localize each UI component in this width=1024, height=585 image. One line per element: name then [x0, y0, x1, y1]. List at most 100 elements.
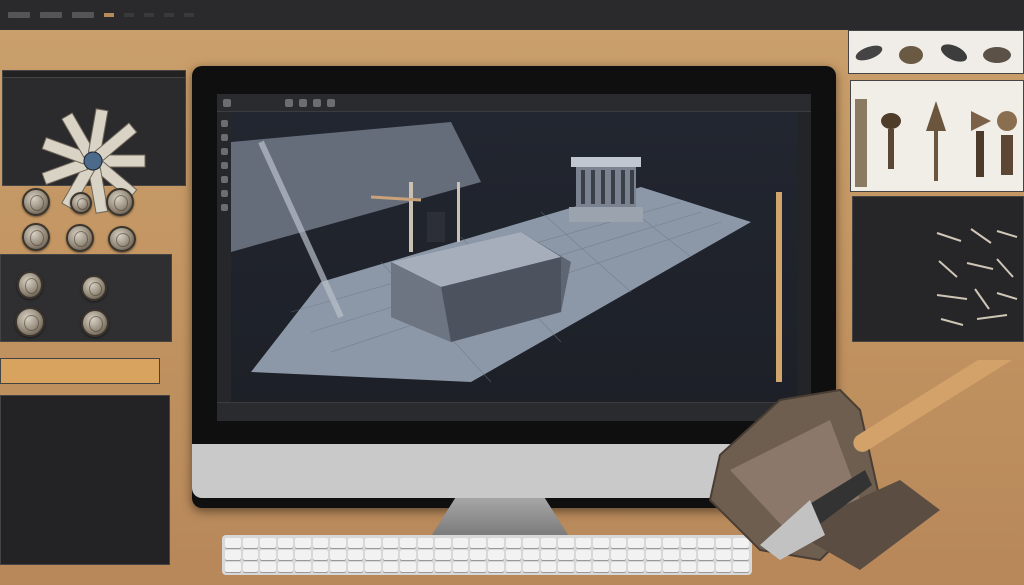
- keyboard-key: [400, 550, 416, 560]
- app-logo-icon: [223, 98, 231, 107]
- top-tab[interactable]: [184, 13, 194, 17]
- coin-icon[interactable]: [15, 307, 45, 337]
- keyboard-key: [575, 562, 592, 572]
- keyboard-key: [680, 538, 697, 548]
- keyboard-key: [593, 538, 609, 548]
- keyboard-key: [523, 562, 539, 572]
- brush-icon[interactable]: [220, 176, 228, 183]
- artifact-thumbnail[interactable]: [851, 81, 1024, 193]
- coin-icon[interactable]: [81, 275, 107, 301]
- artifact-thumbnail[interactable]: [849, 31, 1024, 75]
- keyboard-key: [663, 562, 679, 572]
- scale-icon[interactable]: [220, 162, 228, 169]
- toolbar-button[interactable]: [8, 12, 30, 18]
- keyboard-key: [628, 550, 644, 560]
- snap-icon[interactable]: [327, 98, 335, 107]
- list-item[interactable]: [1, 412, 169, 414]
- top-tab[interactable]: [104, 13, 114, 17]
- keyboard-key: [435, 538, 451, 548]
- keyboard-key: [680, 550, 697, 560]
- coin-icon[interactable]: [81, 309, 109, 337]
- keyboard-key: [347, 562, 364, 572]
- keyboard-key: [628, 562, 644, 572]
- keyboard-key: [470, 562, 486, 572]
- keyboard-key: [382, 550, 399, 560]
- keyboard-key: [663, 550, 679, 560]
- keyboard-key: [400, 538, 416, 548]
- keyboard-key: [488, 550, 504, 560]
- top-tab[interactable]: [144, 13, 154, 17]
- keyboard-key: [312, 538, 329, 548]
- coin-icon[interactable]: [17, 271, 43, 299]
- keyboard-key: [277, 562, 294, 572]
- keyboard-key: [505, 562, 522, 572]
- keyboard-key: [365, 562, 381, 572]
- keyboard-key: [452, 550, 469, 560]
- toolbar-button[interactable]: [40, 12, 62, 18]
- keyboard-key: [452, 562, 469, 572]
- top-toolbar: [0, 0, 1024, 30]
- keyboard-key: [347, 550, 364, 560]
- keyboard-key: [610, 550, 627, 560]
- keyboard-key: [260, 550, 276, 560]
- keyboard-key: [295, 562, 311, 572]
- keyboard-key: [558, 550, 574, 560]
- timeline-bar[interactable]: [0, 358, 160, 384]
- scale-icon[interactable]: [313, 98, 321, 107]
- keyboard-key: [452, 538, 469, 548]
- keyboard-key: [382, 538, 399, 548]
- keyboard-key: [663, 538, 679, 548]
- keyboard-key: [558, 562, 574, 572]
- artifact-gallery: [850, 80, 1024, 192]
- keyboard-key: [435, 550, 451, 560]
- keyboard-key: [505, 550, 522, 560]
- keyboard-key: [593, 562, 609, 572]
- keyboard-key: [330, 538, 346, 548]
- rotate-icon[interactable]: [220, 148, 228, 155]
- keyboard-key: [382, 562, 399, 572]
- keyboard-key: [505, 538, 522, 548]
- keyboard-key: [242, 538, 259, 548]
- select-icon[interactable]: [220, 120, 228, 127]
- top-tab[interactable]: [124, 13, 134, 17]
- rotate-icon[interactable]: [299, 98, 307, 107]
- layers-list: [0, 395, 170, 565]
- tool-palette: [217, 112, 231, 402]
- keyboard-key: [295, 550, 311, 560]
- keyboard: [222, 535, 752, 575]
- keyboard-key: [330, 562, 346, 572]
- measure-icon[interactable]: [220, 190, 228, 197]
- move-icon[interactable]: [285, 98, 293, 107]
- keyboard-key: [610, 538, 627, 548]
- move-icon[interactable]: [220, 134, 228, 141]
- keyboard-key: [593, 550, 609, 560]
- coin-icon[interactable]: [70, 192, 92, 214]
- keyboard-key: [645, 562, 662, 572]
- keyboard-key: [417, 550, 434, 560]
- 3d-viewport[interactable]: [231, 112, 797, 402]
- coin-icon[interactable]: [106, 188, 134, 216]
- panel-row[interactable]: [853, 211, 1023, 213]
- keyboard-key: [277, 538, 294, 548]
- panel-title: [3, 71, 185, 78]
- keyboard-key: [488, 538, 504, 548]
- tool-icon[interactable]: [931, 219, 1023, 337]
- keyboard-key: [610, 562, 627, 572]
- keyboard-key: [225, 538, 241, 548]
- camera-icon[interactable]: [220, 204, 228, 211]
- coin-icon[interactable]: [66, 224, 94, 252]
- keyboard-key: [242, 562, 259, 572]
- keyboard-key: [260, 562, 276, 572]
- toolbar-button[interactable]: [72, 12, 94, 18]
- coin-panel: [0, 254, 172, 342]
- coin-icon[interactable]: [22, 188, 50, 216]
- top-tab[interactable]: [164, 13, 174, 17]
- keyboard-key: [540, 562, 557, 572]
- keyboard-key: [540, 538, 557, 548]
- keyboard-key: [417, 562, 434, 572]
- keyboard-key: [400, 562, 416, 572]
- keyboard-key: [645, 538, 662, 548]
- coin-icon[interactable]: [22, 223, 50, 251]
- coin-icon[interactable]: [108, 226, 136, 252]
- keyboard-key: [575, 538, 592, 548]
